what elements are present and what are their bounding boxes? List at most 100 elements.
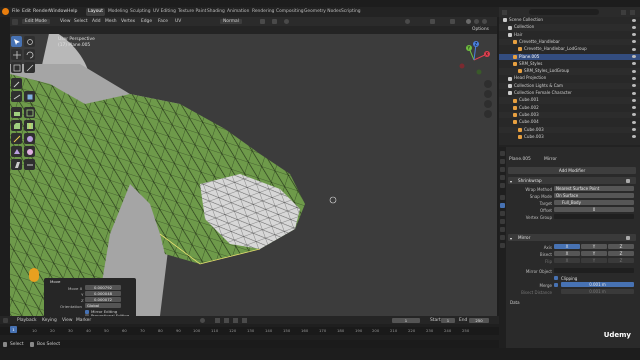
solid-shading-icon[interactable] (466, 19, 471, 24)
modifier-close-icon[interactable] (626, 178, 630, 183)
outliner-row[interactable]: Plane.005 (499, 53, 640, 60)
outliner-row[interactable]: Collection Lights & Cam (499, 82, 640, 90)
editor-type-icon[interactable] (12, 18, 18, 25)
outliner-row[interactable]: Hair (499, 32, 640, 39)
tab-shading[interactable]: Shading (205, 8, 227, 16)
bevel-tool[interactable] (11, 120, 22, 131)
mirror-name[interactable]: Mirror (518, 234, 530, 241)
transform-tool[interactable] (24, 62, 35, 73)
material-tab-icon[interactable] (500, 243, 505, 248)
select-box-tool[interactable] (11, 36, 22, 47)
menu-view[interactable]: View (60, 19, 70, 24)
particles-tab-icon[interactable] (500, 211, 505, 216)
visibility-eye-icon[interactable] (632, 25, 636, 29)
operator-title[interactable]: Move (50, 279, 60, 284)
axis-z-toggle[interactable]: Z (608, 244, 634, 250)
annotate-tool[interactable] (11, 78, 22, 89)
outliner-row[interactable]: Crevette_Handlebar (499, 38, 640, 46)
visibility-eye-icon[interactable] (632, 33, 636, 37)
menu-edit[interactable]: Edit (22, 9, 31, 14)
snap-icon[interactable] (272, 19, 277, 24)
outliner-row[interactable]: SRM_Styles_LodGroup (499, 68, 640, 75)
options-dropdown[interactable]: Options (472, 27, 489, 32)
pan-hand-icon[interactable] (484, 90, 492, 98)
visibility-icon[interactable] (405, 19, 410, 24)
xray-icon[interactable] (450, 19, 455, 24)
3d-viewport[interactable] (10, 34, 497, 316)
timeline-editor-type-icon[interactable] (3, 317, 8, 323)
navigation-gizmo[interactable]: X Y Z (454, 40, 494, 80)
inset-tool[interactable] (24, 107, 35, 118)
physics-tab-icon[interactable] (500, 219, 505, 224)
object-tab-icon[interactable] (500, 195, 505, 200)
menu-vertex[interactable]: Vertex (121, 19, 135, 24)
loop-cut-tool[interactable] (24, 120, 35, 131)
tab-compositing[interactable]: Compositing (274, 8, 306, 16)
jump-start-icon[interactable] (215, 318, 220, 323)
render-tab-icon[interactable] (500, 159, 505, 164)
tab-rendering[interactable]: Rendering (250, 8, 276, 16)
transform-orientation-dropdown[interactable]: Normal (220, 18, 242, 24)
outliner-row[interactable]: Cube.001 (499, 97, 640, 104)
menu-file[interactable]: File (12, 9, 20, 14)
menu-uv[interactable]: UV (175, 19, 181, 24)
visibility-eye-icon[interactable] (632, 76, 636, 80)
3d-cursor[interactable] (329, 196, 337, 204)
visibility-eye-icon[interactable] (632, 84, 636, 88)
menu-add[interactable]: Add (92, 19, 101, 24)
mirror-modifier-header[interactable]: ▾ Mirror (508, 234, 636, 241)
outliner-row[interactable]: Head Projection (499, 75, 640, 82)
collapse-arrow-icon[interactable]: ▾ (510, 178, 512, 185)
proportional-edit-icon[interactable] (284, 19, 289, 24)
knife-tool[interactable] (11, 133, 22, 144)
menu-help[interactable]: Help (67, 9, 77, 14)
visibility-eye-icon[interactable] (632, 40, 636, 44)
jump-end-icon[interactable] (242, 318, 247, 323)
end-frame-field[interactable]: 250 (469, 317, 489, 323)
move-x-field[interactable]: 0.000792 (85, 285, 121, 290)
scale-tool[interactable] (11, 62, 22, 73)
rotate-tool[interactable] (24, 49, 35, 60)
flip-y-toggle[interactable]: Y (581, 258, 607, 264)
merge-checkbox[interactable] (554, 282, 558, 287)
outliner-row[interactable]: Collection (499, 24, 640, 31)
outliner-search-input[interactable] (529, 9, 599, 15)
current-frame-field[interactable]: 1 (392, 317, 420, 323)
playhead[interactable]: 1 (10, 326, 17, 333)
poly-build-tool[interactable] (24, 133, 35, 144)
world-tab-icon[interactable] (500, 183, 505, 188)
filter-icon[interactable] (621, 9, 626, 15)
flip-z-toggle[interactable]: Z (608, 258, 634, 264)
rip-tool[interactable] (24, 159, 35, 170)
menu-select[interactable]: Select (74, 19, 88, 24)
outliner-row[interactable]: Cube.004 (499, 119, 640, 126)
visibility-eye-icon[interactable] (632, 69, 636, 73)
visibility-eye-icon[interactable] (632, 62, 636, 66)
bisect-y-toggle[interactable]: Y (581, 251, 607, 257)
flip-x-toggle[interactable]: X (554, 258, 580, 264)
camera-icon[interactable] (484, 100, 492, 108)
bisect-x-toggle[interactable]: X (554, 251, 580, 257)
move-y-field[interactable]: 0.000048 (85, 291, 121, 296)
zoom-icon[interactable] (484, 80, 492, 88)
snap-mode-dropdown[interactable]: On Surface (554, 193, 634, 199)
mode-selector[interactable]: Edit Mode (22, 18, 50, 24)
shear-tool[interactable] (11, 159, 22, 170)
bisect-z-toggle[interactable]: Z (608, 251, 634, 257)
visibility-eye-icon[interactable] (632, 47, 636, 51)
record-icon[interactable] (200, 318, 205, 323)
vertex-group-field[interactable] (554, 214, 634, 220)
tab-modeling[interactable]: Modeling (106, 8, 130, 16)
clipping-checkbox[interactable] (554, 275, 558, 280)
menu-playback[interactable]: Playback (17, 318, 37, 323)
spin-tool[interactable] (11, 146, 22, 157)
menu-window[interactable]: Window (49, 9, 67, 14)
outliner-row[interactable]: Scene Collection (499, 17, 640, 24)
axis-x-toggle[interactable]: X (554, 244, 580, 250)
output-tab-icon[interactable] (500, 167, 505, 172)
tab-scripting[interactable]: Scripting (339, 8, 363, 16)
outliner-row[interactable]: Crevette_Handlebar_LodGroup (499, 46, 640, 53)
tab-animation[interactable]: Animation (225, 8, 251, 16)
menu-timeline-view[interactable]: View (62, 318, 72, 323)
bisect-distance-field[interactable]: 0.001 m (561, 289, 634, 295)
